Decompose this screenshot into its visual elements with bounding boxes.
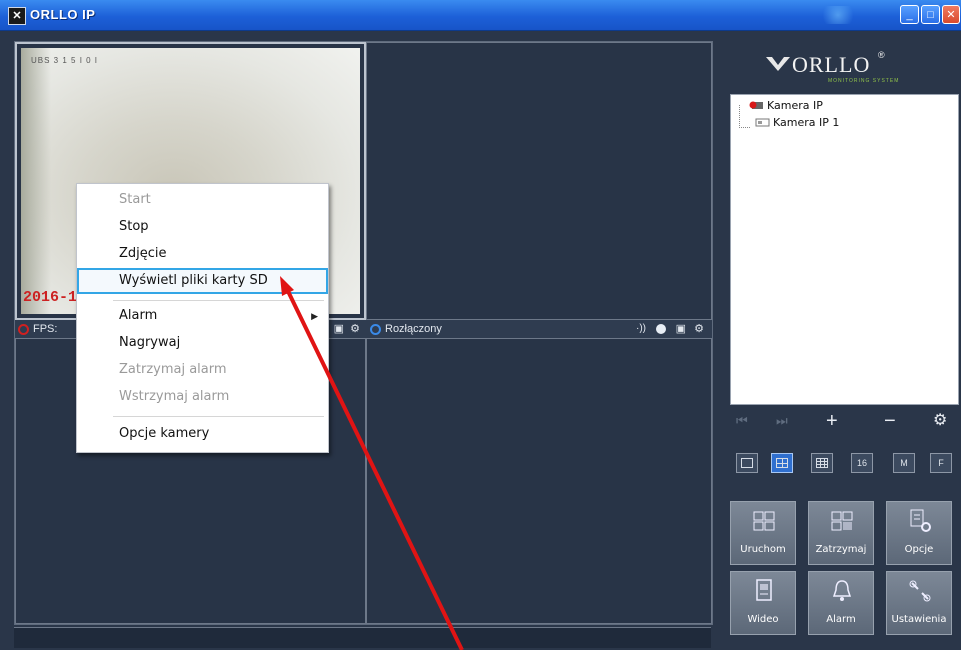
logo-mark-icon [766,57,790,71]
logo-registered-mark: ® [878,50,885,60]
layout-1-button[interactable] [736,453,758,473]
settings-gear-icon[interactable]: ⚙ [933,408,947,434]
layout-f-label: F [938,458,944,468]
start-button-label: Uruchom [740,544,786,555]
fps-label: FPS: [33,323,58,335]
menu-item-pause-alarm[interactable]: Wstrzymaj alarm [119,389,229,404]
bottom-strip [14,627,711,648]
video-button[interactable]: Wideo [730,571,796,635]
camera-group-icon [749,101,765,111]
window-title: ORLLO IP [30,7,96,22]
submenu-arrow-icon: ▶ [311,311,318,321]
settings-button-label: Ustawienia [891,614,947,625]
layout-16-button[interactable]: 16 [851,453,873,473]
video-cell-2[interactable] [366,42,712,320]
tree-item-label: Kamera IP [767,99,823,112]
video-file-icon [756,579,772,601]
menu-separator [113,416,324,417]
logo-subtitle: MONITORING SYSTEM [828,78,900,84]
options-button[interactable]: Opcje [886,501,952,565]
record-icon[interactable] [656,324,666,334]
orllo-logo: ORLLO ® MONITORING SYSTEM [764,49,934,89]
first-page-icon[interactable]: ⏮ [736,408,748,434]
titlebar-sparkle [818,6,858,24]
quad-grid-icon [776,458,788,468]
right-panel: ORLLO ® MONITORING SYSTEM Kamera IP Kame… [716,41,960,647]
play-grid-icon [753,511,775,531]
menu-item-stop[interactable]: Stop [119,219,149,234]
wrench-icon [909,580,931,602]
menu-item-alarm[interactable]: Alarm [119,308,157,323]
layout-4-button[interactable] [771,453,793,473]
close-button[interactable]: ✕ [942,5,960,24]
app-icon[interactable]: ✕ [8,7,26,25]
power-icon [370,323,381,335]
menu-item-stop-alarm[interactable]: Zatrzymaj alarm [119,362,227,377]
bell-icon [832,580,852,601]
camera-icon [755,118,771,128]
remove-camera-icon[interactable]: − [884,408,896,434]
options-icon [910,509,931,532]
menu-item-record[interactable]: Nagrywaj [119,335,180,350]
fps-icon [18,323,29,335]
tree-item-label: Kamera IP 1 [773,116,840,129]
layout-selector: 16 M F [730,453,957,477]
layout-m-label: M [900,458,908,468]
gear-icon[interactable]: ⚙ [350,320,360,338]
alarm-button[interactable]: Alarm [808,571,874,635]
maximize-button[interactable]: □ [921,5,940,24]
options-button-label: Opcje [904,544,934,555]
tree-item-kamera-ip[interactable]: Kamera IP [749,99,823,112]
osd-top-text: UBS 3 1 5 I 0 I [31,56,99,65]
video-button-label: Wideo [747,614,779,625]
camera-context-menu: Start Stop Zdjęcie Wyświetl pliki karty … [76,183,329,453]
add-camera-icon[interactable]: + [826,408,838,434]
stop-button-label: Zatrzymaj [815,544,867,555]
menu-item-snapshot[interactable]: Zdjęcie [119,246,167,261]
title-bar: ✕ ORLLO IP _ □ ✕ [0,0,961,31]
cell-2-statusbar: Rozłączony ·)) ▣ ⚙ [366,320,712,338]
snapshot-icon[interactable]: ▣ [676,320,686,338]
audio-icon[interactable]: ·)) [636,320,646,338]
alarm-button-label: Alarm [826,614,856,625]
status-label: Rozłączony [385,323,442,335]
osd-date: 2016-1 [23,289,78,306]
stop-grid-icon [831,511,853,531]
nine-grid-icon [816,458,828,468]
stop-button[interactable]: Zatrzymaj [808,501,874,565]
single-grid-icon [741,458,753,468]
navigation-row: ⏮ ⏭ + − ⚙ [730,408,957,434]
video-cell-4[interactable] [366,338,712,624]
menu-item-camera-options[interactable]: Opcje kamery [119,426,209,441]
menu-item-view-sd-files[interactable]: Wyświetl pliki karty SD [119,273,268,288]
layout-m-button[interactable]: M [893,453,915,473]
layout-9-button[interactable] [811,453,833,473]
minimize-button[interactable]: _ [900,5,919,24]
gear-icon[interactable]: ⚙ [694,320,704,338]
layout-f-button[interactable]: F [930,453,952,473]
start-button[interactable]: Uruchom [730,501,796,565]
camera-tree: Kamera IP Kamera IP 1 [730,94,959,405]
menu-separator [113,300,324,301]
menu-item-start[interactable]: Start [119,192,151,207]
logo-text: ORLLO [792,52,871,77]
settings-button[interactable]: Ustawienia [886,571,952,635]
layout-16-label: 16 [856,458,867,468]
tree-item-kamera-ip-1[interactable]: Kamera IP 1 [755,116,839,129]
last-page-icon[interactable]: ⏭ [776,408,788,434]
snapshot-icon[interactable]: ▣ [334,320,344,338]
